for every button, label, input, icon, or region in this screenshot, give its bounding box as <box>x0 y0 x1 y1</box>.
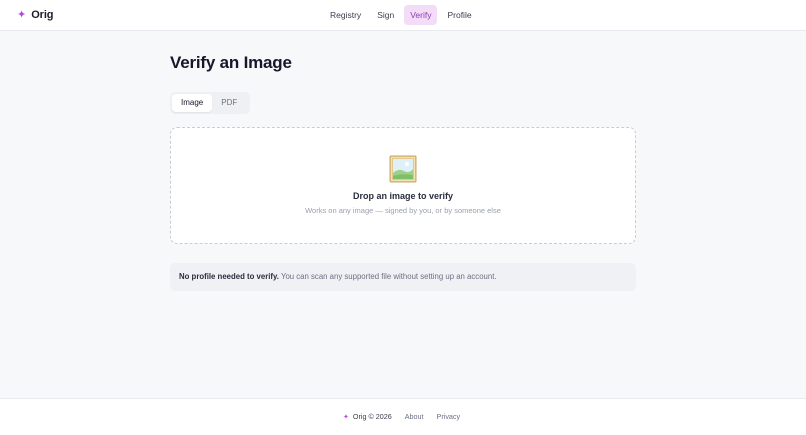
footer-about-link[interactable]: About <box>405 412 424 421</box>
page-footer: ✦ Orig © 2026 About Privacy <box>0 398 806 435</box>
footer-privacy-link[interactable]: Privacy <box>437 412 461 421</box>
nav-profile[interactable]: Profile <box>441 5 477 25</box>
footer-copyright: Orig © 2026 <box>352 412 392 421</box>
dropzone-title: Drop an image to verify <box>352 191 454 201</box>
info-notice: No profile needed to verify. You can sca… <box>170 263 636 291</box>
main-nav: Registry Sign Verify Profile <box>324 5 478 25</box>
nav-sign[interactable]: Sign <box>371 5 400 25</box>
page-title: Verify an Image <box>170 53 292 72</box>
sparkle-icon: ✦ <box>17 9 27 21</box>
tab-image[interactable]: Image <box>172 94 213 112</box>
nav-verify[interactable]: Verify <box>404 5 438 25</box>
nav-registry[interactable]: Registry <box>324 5 367 25</box>
notice-bold: No profile needed to verify. <box>179 272 279 281</box>
logo-link[interactable]: ✦ Orig <box>17 8 54 22</box>
footer-brand: ✦ Orig © 2026 <box>343 412 392 421</box>
dropzone-subtitle: Works on any image — signed by you, or b… <box>305 206 501 215</box>
sparkle-icon: ✦ <box>343 413 349 421</box>
image-dropzone[interactable]: Drop an image to verify Works on any ima… <box>170 127 636 244</box>
top-navbar: ✦ Orig Registry Sign Verify Profile <box>0 0 806 31</box>
tab-pdf[interactable]: PDF <box>212 94 246 112</box>
framed-picture-icon <box>389 155 417 183</box>
notice-text: You can scan any supported file without … <box>278 272 497 281</box>
logo-text: Orig <box>31 9 54 21</box>
file-type-tabs: Image PDF <box>170 92 250 114</box>
